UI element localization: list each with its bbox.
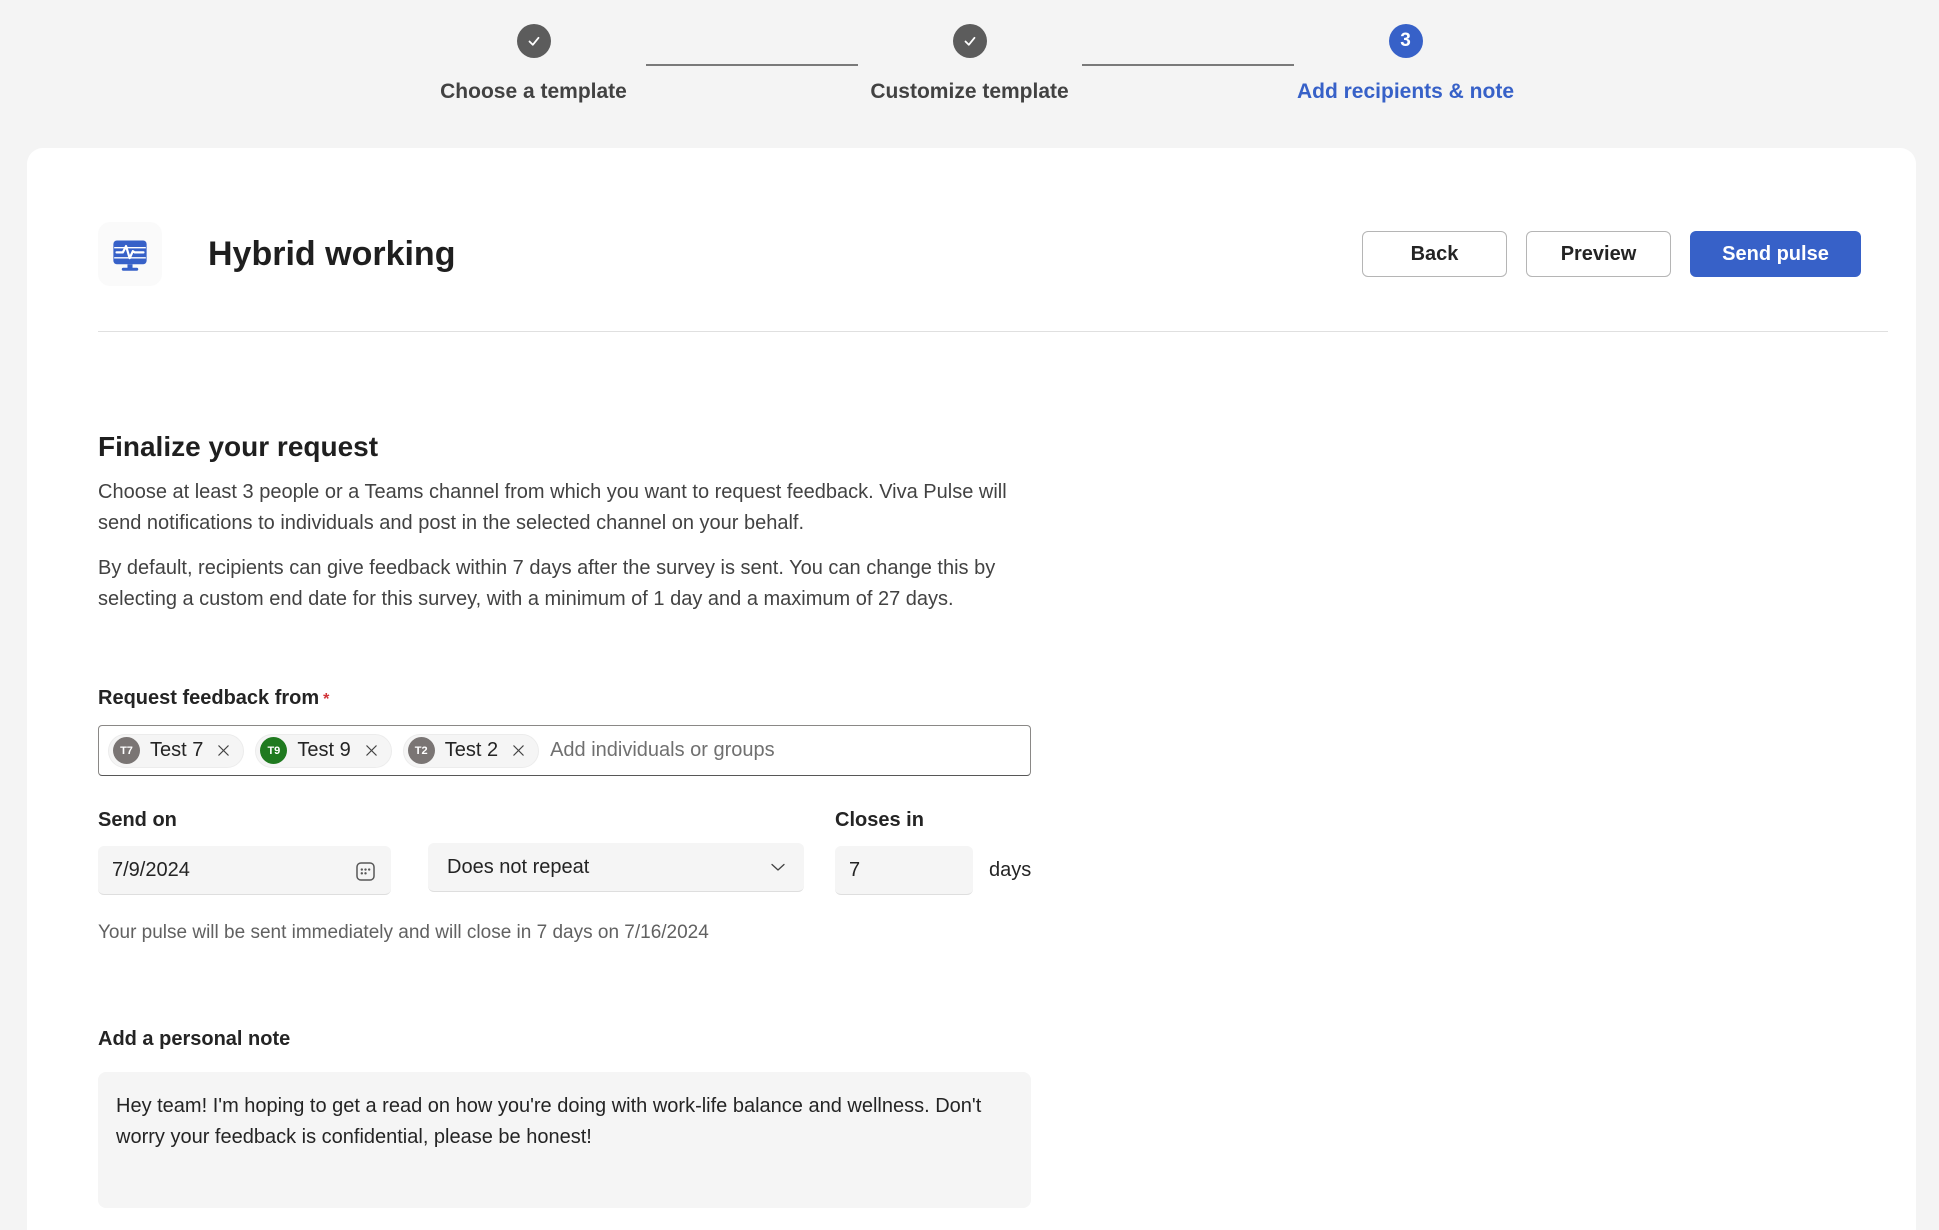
send-on-group: Send on [98,809,391,895]
step-customize-template[interactable]: Customize template [858,24,1082,104]
closes-in-input[interactable] [835,846,973,895]
recipients-label: Request feedback from [98,687,319,709]
step-connector [646,64,858,66]
step-3-label: Add recipients & note [1297,80,1514,104]
step-1-label: Choose a template [440,80,627,104]
page-title: Hybrid working [208,235,455,274]
step-3-circle: 3 [1389,24,1423,58]
check-icon [526,33,542,49]
recipients-block: Request feedback from* T7 Test 7 T9 Test… [98,687,1031,776]
check-icon [962,33,978,49]
step-2-label: Customize template [870,80,1068,104]
recipient-name: Test 2 [445,739,498,762]
back-button[interactable]: Back [1362,231,1507,277]
recipient-name: Test 7 [150,739,203,762]
recipient-chip: T7 Test 7 [108,734,244,768]
add-recipients-input[interactable] [550,739,1018,762]
wizard-card: Hybrid working Back Preview Send pulse F… [27,148,1916,1230]
step-choose-template[interactable]: Choose a template [422,24,646,104]
schedule-helper-text: Your pulse will be sent immediately and … [98,922,1031,944]
schedule-row: Send on [98,809,1031,895]
finalize-description-2: By default, recipients can give feedback… [98,553,1031,615]
finalize-description-1: Choose at least 3 people or a Teams chan… [98,477,1031,539]
repeat-dropdown[interactable]: Does not repeat [428,843,804,892]
wizard-stepper: Choose a template Customize template 3 A… [0,0,1939,148]
repeat-group: Does not repeat [428,809,804,895]
step-1-circle [517,24,551,58]
avatar: T7 [113,737,140,764]
chevron-down-icon [768,857,788,877]
template-icon-box [98,222,162,286]
step-connector [1082,64,1294,66]
avatar: T9 [260,737,287,764]
closes-in-label: Closes in [835,809,1031,832]
header-actions: Back Preview Send pulse [1362,231,1861,277]
repeat-dropdown-value: Does not repeat [447,856,768,879]
pulse-monitor-icon [111,236,149,272]
remove-recipient-icon[interactable] [216,743,231,758]
card-header: Hybrid working Back Preview Send pulse [98,222,1861,286]
finalize-form: Finalize your request Choose at least 3 … [98,431,1031,1208]
section-heading: Finalize your request [98,431,1031,463]
preview-button[interactable]: Preview [1526,231,1671,277]
note-label: Add a personal note [98,1028,1031,1051]
personal-note-textarea[interactable]: Hey team! I'm hoping to get a read on ho… [98,1072,1031,1208]
avatar: T2 [408,737,435,764]
remove-recipient-icon[interactable] [511,743,526,758]
header-divider [98,331,1888,332]
send-pulse-button[interactable]: Send pulse [1690,231,1861,277]
recipient-chip: T9 Test 9 [255,734,391,768]
remove-recipient-icon[interactable] [364,743,379,758]
step-add-recipients[interactable]: 3 Add recipients & note [1294,24,1518,104]
step-2-circle [953,24,987,58]
closes-in-group: Closes in days [835,809,1031,895]
note-block: Add a personal note Hey team! I'm hoping… [98,1028,1031,1208]
send-on-label: Send on [98,809,391,832]
people-picker-field[interactable]: T7 Test 7 T9 Test 9 T2 Test 2 [98,725,1031,776]
recipient-name: Test 9 [297,739,350,762]
recipient-chip: T2 Test 2 [403,734,539,768]
days-label: days [989,859,1031,882]
calendar-icon[interactable] [345,851,385,891]
required-asterisk: * [323,691,329,708]
